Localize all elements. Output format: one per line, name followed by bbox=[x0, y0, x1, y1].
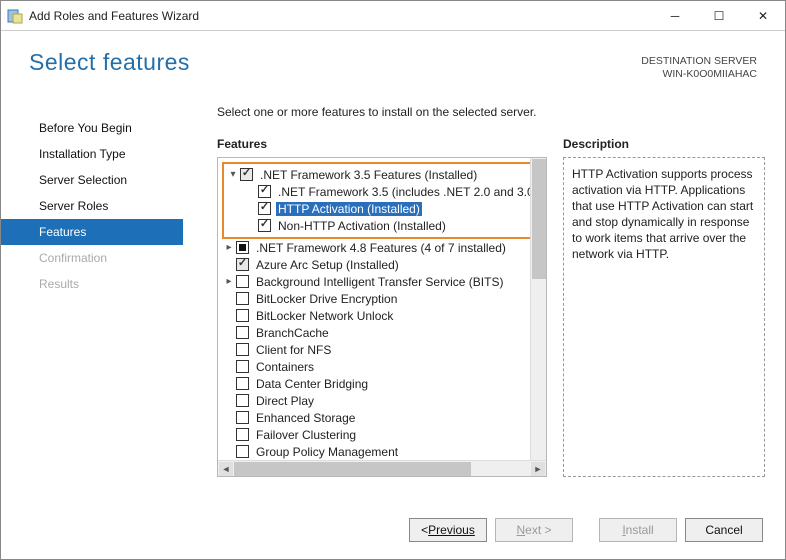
feature-row[interactable]: Enhanced Storage bbox=[222, 409, 546, 426]
feature-checkbox[interactable] bbox=[258, 185, 271, 198]
scroll-right-icon[interactable]: ► bbox=[531, 462, 545, 476]
feature-row[interactable]: ▸ .NET Framework 4.8 Features (4 of 7 ins… bbox=[222, 239, 546, 256]
panels: Features ▾ .NET Framework 3.5 Features (I… bbox=[217, 137, 765, 501]
feature-checkbox[interactable] bbox=[258, 202, 271, 215]
expander-open-icon[interactable]: ▾ bbox=[226, 169, 240, 180]
feature-label[interactable]: Failover Clustering bbox=[254, 428, 358, 442]
feature-checkbox[interactable] bbox=[236, 343, 249, 356]
instruction-text: Select one or more features to install o… bbox=[217, 105, 765, 119]
feature-label[interactable]: Containers bbox=[254, 360, 316, 374]
feature-row[interactable]: Non-HTTP Activation (Installed) bbox=[226, 217, 542, 234]
close-button[interactable]: ✕ bbox=[741, 2, 785, 30]
feature-row[interactable]: .NET Framework 3.5 (includes .NET 2.0 an… bbox=[226, 183, 542, 200]
step-installation-type[interactable]: Installation Type bbox=[1, 141, 183, 167]
destination-server: DESTINATION SERVER WIN-K0O0MIIAHAC bbox=[641, 49, 757, 81]
feature-row[interactable]: BranchCache bbox=[222, 324, 546, 341]
features-tree: ▾ .NET Framework 3.5 Features (Installed)… bbox=[217, 157, 547, 477]
feature-checkbox[interactable] bbox=[236, 428, 249, 441]
feature-checkbox[interactable] bbox=[236, 445, 249, 458]
step-server-selection[interactable]: Server Selection bbox=[1, 167, 183, 193]
previous-button[interactable]: < Previous bbox=[409, 518, 487, 542]
feature-label[interactable]: .NET Framework 3.5 Features (Installed) bbox=[258, 168, 479, 182]
page-title: Select features bbox=[29, 49, 641, 81]
feature-checkbox[interactable] bbox=[236, 360, 249, 373]
feature-checkbox[interactable] bbox=[236, 326, 249, 339]
feature-label[interactable]: BranchCache bbox=[254, 326, 331, 340]
install-button[interactable]: Install bbox=[599, 518, 677, 542]
footer-buttons: < Previous Next > Install Cancel bbox=[1, 501, 785, 559]
next-button[interactable]: Next > bbox=[495, 518, 573, 542]
horizontal-scrollbar[interactable]: ◄ ► bbox=[218, 460, 546, 476]
step-before-you-begin[interactable]: Before You Begin bbox=[1, 115, 183, 141]
highlight-box: ▾ .NET Framework 3.5 Features (Installed)… bbox=[222, 162, 546, 239]
feature-label[interactable]: Background Intelligent Transfer Service … bbox=[254, 275, 505, 289]
feature-row[interactable]: Failover Clustering bbox=[222, 426, 546, 443]
feature-row[interactable]: Client for NFS bbox=[222, 341, 546, 358]
minimize-button[interactable]: ─ bbox=[653, 2, 697, 30]
feature-checkbox[interactable] bbox=[236, 394, 249, 407]
feature-label[interactable]: HTTP Activation (Installed) bbox=[276, 202, 422, 216]
header-area: Select features DESTINATION SERVER WIN-K… bbox=[1, 31, 785, 81]
main-area: Before You BeginInstallation TypeServer … bbox=[1, 81, 785, 501]
feature-row[interactable]: ▾ .NET Framework 3.5 Features (Installed) bbox=[226, 166, 542, 183]
window-body: Select features DESTINATION SERVER WIN-K… bbox=[1, 31, 785, 559]
step-results: Results bbox=[1, 271, 183, 297]
feature-row[interactable]: Group Policy Management bbox=[222, 443, 546, 460]
scroll-left-icon[interactable]: ◄ bbox=[219, 462, 233, 476]
feature-label[interactable]: Direct Play bbox=[254, 394, 316, 408]
feature-checkbox[interactable] bbox=[236, 377, 249, 390]
feature-row[interactable]: Direct Play bbox=[222, 392, 546, 409]
step-features[interactable]: Features bbox=[1, 219, 183, 245]
feature-label[interactable]: Enhanced Storage bbox=[254, 411, 357, 425]
expander-closed-icon[interactable]: ▸ bbox=[222, 276, 236, 287]
feature-label[interactable]: Client for NFS bbox=[254, 343, 333, 357]
step-confirmation: Confirmation bbox=[1, 245, 183, 271]
feature-row[interactable]: HTTP Activation (Installed) bbox=[226, 200, 542, 217]
content-area: Select one or more features to install o… bbox=[183, 105, 765, 501]
features-panel: Features ▾ .NET Framework 3.5 Features (I… bbox=[217, 137, 547, 501]
feature-label[interactable]: BitLocker Network Unlock bbox=[254, 309, 395, 323]
features-heading: Features bbox=[217, 137, 547, 151]
feature-checkbox[interactable] bbox=[236, 309, 249, 322]
window-title: Add Roles and Features Wizard bbox=[29, 9, 653, 23]
destination-value: WIN-K0O0MIIAHAC bbox=[641, 68, 757, 81]
feature-checkbox[interactable] bbox=[236, 411, 249, 424]
app-icon bbox=[7, 7, 23, 25]
feature-checkbox[interactable] bbox=[236, 258, 249, 271]
description-panel: Description HTTP Activation supports pro… bbox=[563, 137, 765, 501]
feature-label[interactable]: Data Center Bridging bbox=[254, 377, 370, 391]
steps-sidebar: Before You BeginInstallation TypeServer … bbox=[1, 105, 183, 501]
feature-checkbox[interactable] bbox=[236, 241, 249, 254]
title-bar: Add Roles and Features Wizard ─ ☐ ✕ bbox=[1, 1, 785, 31]
cancel-button[interactable]: Cancel bbox=[685, 518, 763, 542]
feature-row[interactable]: BitLocker Network Unlock bbox=[222, 307, 546, 324]
description-text: HTTP Activation supports process activat… bbox=[563, 157, 765, 477]
feature-label[interactable]: Azure Arc Setup (Installed) bbox=[254, 258, 401, 272]
vertical-scrollbar[interactable] bbox=[530, 158, 546, 460]
feature-row[interactable]: Containers bbox=[222, 358, 546, 375]
description-heading: Description bbox=[563, 137, 765, 151]
tree-scroll: ▾ .NET Framework 3.5 Features (Installed)… bbox=[218, 158, 546, 460]
feature-row[interactable]: Azure Arc Setup (Installed) bbox=[222, 256, 546, 273]
feature-checkbox[interactable] bbox=[236, 292, 249, 305]
step-server-roles[interactable]: Server Roles bbox=[1, 193, 183, 219]
feature-label[interactable]: .NET Framework 3.5 (includes .NET 2.0 an… bbox=[276, 185, 540, 199]
feature-checkbox[interactable] bbox=[240, 168, 253, 181]
feature-checkbox[interactable] bbox=[258, 219, 271, 232]
maximize-button[interactable]: ☐ bbox=[697, 2, 741, 30]
feature-checkbox[interactable] bbox=[236, 275, 249, 288]
feature-label[interactable]: BitLocker Drive Encryption bbox=[254, 292, 399, 306]
destination-label: DESTINATION SERVER bbox=[641, 55, 757, 68]
expander-closed-icon[interactable]: ▸ bbox=[222, 242, 236, 253]
feature-row[interactable]: ▸ Background Intelligent Transfer Service… bbox=[222, 273, 546, 290]
wizard-window: Add Roles and Features Wizard ─ ☐ ✕ Sele… bbox=[0, 0, 786, 560]
feature-label[interactable]: .NET Framework 4.8 Features (4 of 7 inst… bbox=[254, 241, 508, 255]
feature-row[interactable]: BitLocker Drive Encryption bbox=[222, 290, 546, 307]
feature-row[interactable]: Data Center Bridging bbox=[222, 375, 546, 392]
feature-label[interactable]: Group Policy Management bbox=[254, 445, 400, 459]
feature-label[interactable]: Non-HTTP Activation (Installed) bbox=[276, 219, 448, 233]
